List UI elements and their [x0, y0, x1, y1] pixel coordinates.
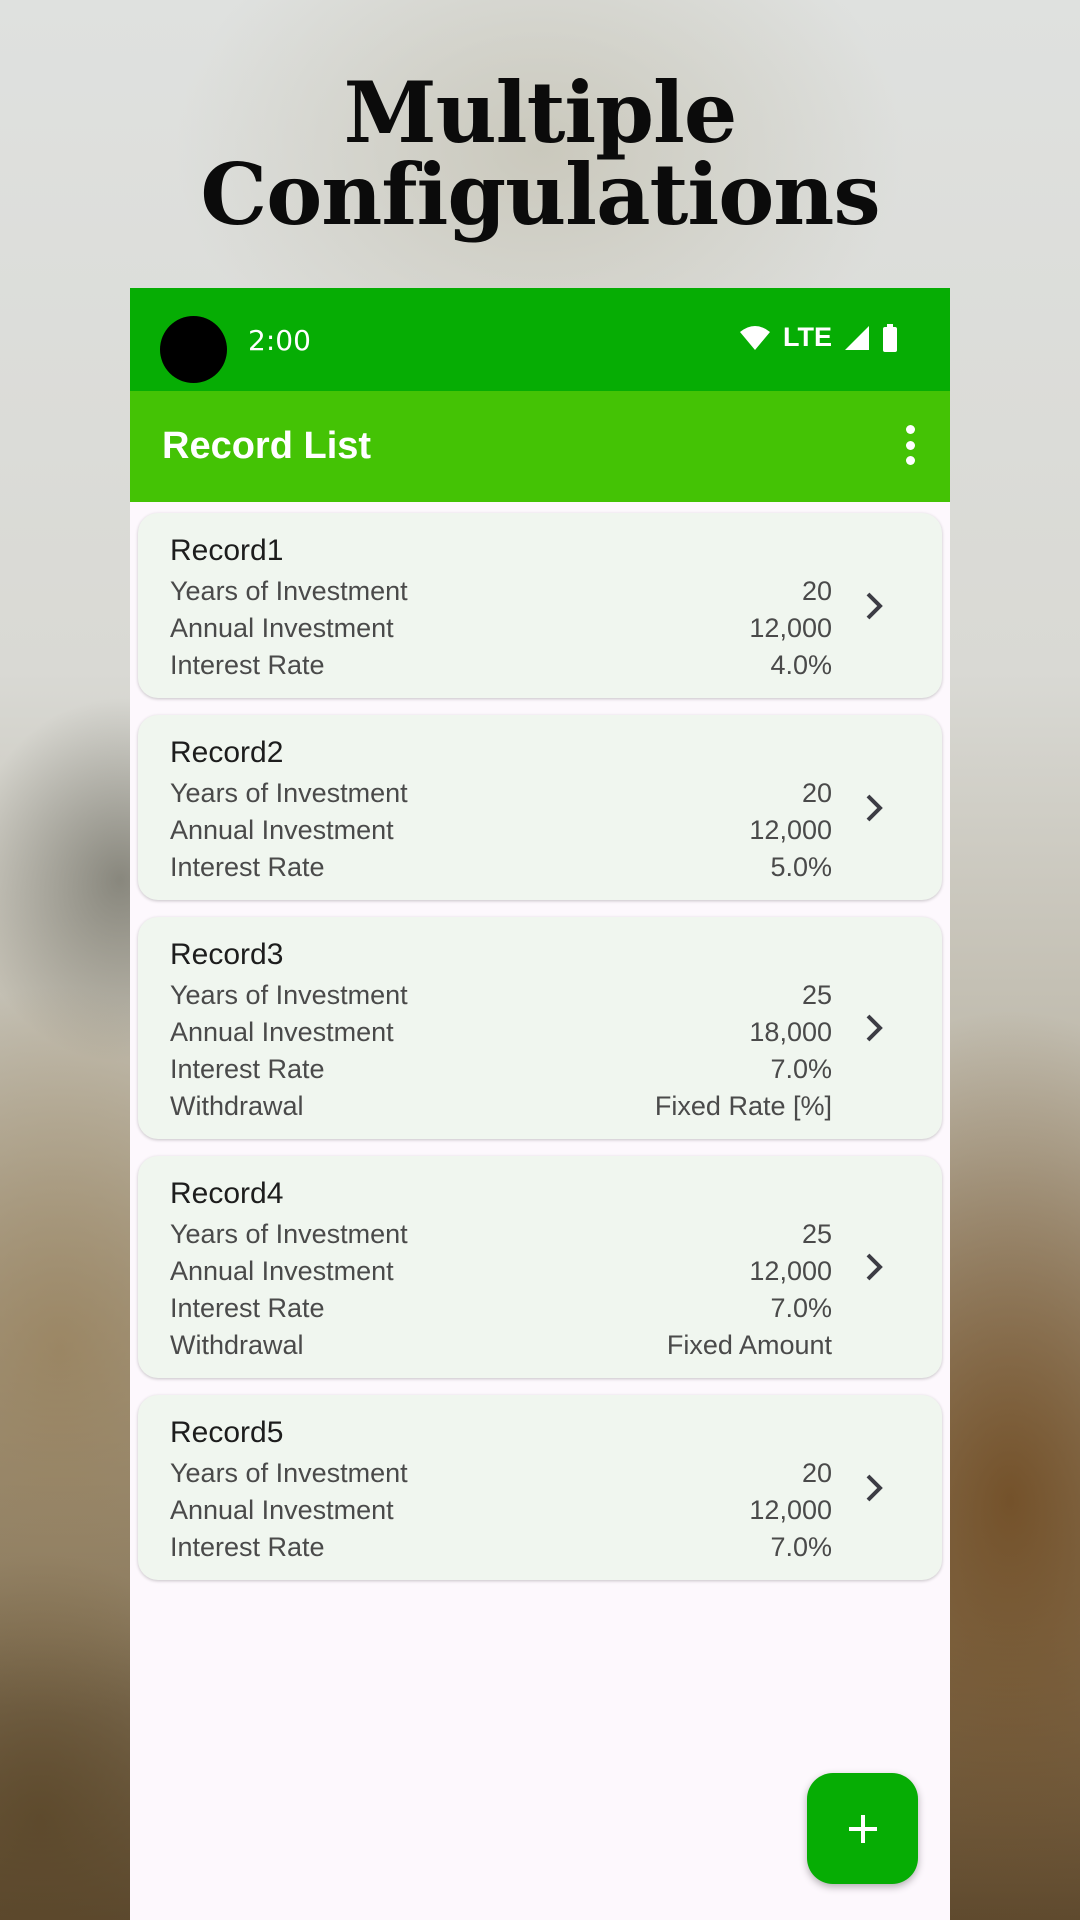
field-value: 7.0%	[770, 1054, 832, 1084]
field-value: 25	[801, 1219, 832, 1249]
field-value: 12,000	[749, 1495, 832, 1525]
record-title: Record2	[170, 736, 284, 769]
field-label: Years of Investment	[170, 576, 408, 606]
field-label: Interest Rate	[170, 1532, 325, 1562]
record-field-row: Annual Investment 12,000	[170, 812, 832, 849]
chevron-right-icon	[866, 1253, 883, 1281]
field-label: Years of Investment	[170, 980, 408, 1010]
field-label: Withdrawal	[170, 1091, 304, 1121]
field-value: Fixed Amount	[666, 1330, 832, 1360]
record-field-row: Years of Investment 25	[170, 1216, 832, 1253]
chevron-right-icon	[866, 592, 883, 619]
record-card[interactable]: Record5 Years of Investment 20 Annual Inves…	[138, 1395, 942, 1580]
more-vert-icon[interactable]	[900, 425, 920, 465]
record-title: Record3	[170, 938, 284, 971]
record-list: Record1 Years of Investment 20 Annual Inves…	[138, 513, 942, 1597]
field-label: Years of Investment	[170, 1219, 408, 1249]
field-value: 4.0%	[770, 650, 832, 680]
field-label: Annual Investment	[170, 815, 394, 845]
headline-line-1: Multiple	[343, 63, 738, 162]
field-value: 12,000	[749, 613, 832, 643]
record-field-row: Interest Rate 7.0%	[170, 1529, 832, 1566]
add-record-button[interactable]	[807, 1773, 918, 1884]
record-title: Record1	[170, 534, 284, 567]
chevron-right-icon	[866, 1474, 883, 1501]
chevron-right-icon	[866, 1014, 883, 1042]
record-field-row: Interest Rate 5.0%	[170, 849, 832, 886]
chevron-right-icon	[866, 794, 883, 821]
plus-icon	[848, 1814, 877, 1843]
status-bar: 2:00 LTE	[130, 288, 950, 391]
record-field-row: Years of Investment 20	[170, 573, 832, 610]
record-field-row: Withdrawal Fixed Rate [%]	[170, 1088, 832, 1125]
record-card[interactable]: Record2 Years of Investment 20 Annual Inves…	[138, 715, 942, 900]
record-field-row: Interest Rate 7.0%	[170, 1290, 832, 1327]
record-field-row: Interest Rate 4.0%	[170, 647, 832, 684]
battery-icon	[883, 323, 897, 352]
field-label: Annual Investment	[170, 1017, 394, 1047]
field-value: 7.0%	[770, 1532, 832, 1562]
field-value: 20	[801, 576, 832, 606]
record-field-row: Annual Investment 12,000	[170, 610, 832, 647]
record-field-row: Annual Investment 18,000	[170, 1014, 832, 1051]
status-time: 2:00	[248, 324, 311, 357]
field-value: 18,000	[749, 1017, 832, 1047]
field-label: Years of Investment	[170, 1458, 408, 1488]
wifi-icon	[740, 325, 770, 350]
record-field-row: Interest Rate 7.0%	[170, 1051, 832, 1088]
record-title: Record4	[170, 1177, 284, 1210]
record-title: Record5	[170, 1416, 284, 1449]
record-field-row: Years of Investment 25	[170, 977, 832, 1014]
record-card[interactable]: Record4 Years of Investment 25 Annual Inves…	[138, 1156, 942, 1378]
record-field-row: Annual Investment 12,000	[170, 1253, 832, 1290]
promo-headline: Multiple Configulations	[0, 63, 1080, 244]
field-value: Fixed Rate [%]	[654, 1091, 832, 1121]
app-bar: Record List	[130, 391, 950, 502]
field-label: Interest Rate	[170, 1054, 325, 1084]
app-bar-title: Record List	[162, 425, 372, 467]
field-label: Annual Investment	[170, 613, 394, 643]
record-field-row: Withdrawal Fixed Amount	[170, 1327, 832, 1364]
field-value: 20	[801, 778, 832, 808]
record-card[interactable]: Record1 Years of Investment 20 Annual Inves…	[138, 513, 942, 698]
field-label: Interest Rate	[170, 1293, 325, 1323]
camera-cutout	[160, 316, 227, 383]
record-field-row: Annual Investment 12,000	[170, 1492, 832, 1529]
field-label: Interest Rate	[170, 852, 325, 882]
field-label: Interest Rate	[170, 650, 325, 680]
field-label: Annual Investment	[170, 1256, 394, 1286]
field-value: 5.0%	[770, 852, 832, 882]
field-value: 7.0%	[770, 1293, 832, 1323]
record-field-row: Years of Investment 20	[170, 775, 832, 812]
field-label: Annual Investment	[170, 1495, 394, 1525]
network-type-label: LTE	[783, 322, 832, 352]
signal-icon	[845, 325, 869, 350]
field-value: 12,000	[749, 1256, 832, 1286]
field-value: 25	[801, 980, 832, 1010]
field-value: 12,000	[749, 815, 832, 845]
field-value: 20	[801, 1458, 832, 1488]
headline-line-2: Configulations	[200, 145, 880, 244]
record-field-row: Years of Investment 20	[170, 1455, 832, 1492]
field-label: Years of Investment	[170, 778, 408, 808]
phone-screen: 2:00 LTE Record List Record1 Years of Inv…	[130, 288, 950, 1920]
record-card[interactable]: Record3 Years of Investment 25 Annual Inves…	[138, 917, 942, 1139]
field-label: Withdrawal	[170, 1330, 304, 1360]
status-icons: LTE	[739, 322, 898, 353]
